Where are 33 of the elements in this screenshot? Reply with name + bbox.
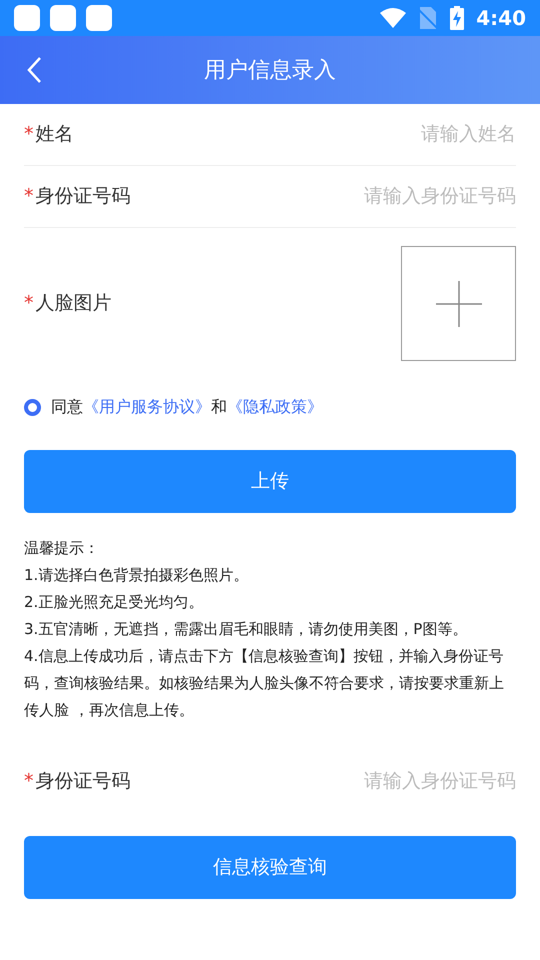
query-button[interactable]: 信息核验查询 bbox=[24, 836, 516, 899]
privacy-policy-link[interactable]: 《隐私政策》 bbox=[227, 397, 323, 416]
notification-icon bbox=[50, 5, 76, 31]
tip-text: 2.正脸光照充足受光均匀。 bbox=[24, 592, 204, 613]
plus-icon bbox=[436, 280, 482, 326]
field-label: 人脸图片 bbox=[36, 291, 112, 316]
agree-radio[interactable] bbox=[24, 398, 41, 416]
field-label: 身份证号码 bbox=[36, 768, 130, 794]
required-mark: * bbox=[24, 122, 34, 148]
no-sim-icon bbox=[418, 7, 438, 29]
add-photo-button[interactable] bbox=[401, 246, 516, 361]
tip-text: 4.信息上传成功后，请点击下方【信息核验查询】按钮，并输入身份证号码，查询核验结果。如核验结果为人脸头像不符合要求，请按要求重新上传人脸 ，再次信息上传。 bbox=[24, 646, 505, 721]
field-label: 姓名 bbox=[36, 122, 74, 148]
field-label: 身份证号码 bbox=[36, 184, 130, 210]
text-input[interactable]: 请输入姓名 bbox=[256, 120, 516, 149]
tips-title: 温馨提示： bbox=[24, 538, 100, 559]
status-time: 4:40 bbox=[476, 5, 526, 32]
page-title: 用户信息录入 bbox=[204, 56, 336, 84]
service-agreement-link[interactable]: 《用户服务协议》 bbox=[83, 397, 211, 416]
back-icon bbox=[26, 56, 42, 84]
required-mark: * bbox=[24, 768, 34, 794]
tip-text: 1.请选择白色背景拍摄彩色照片。 bbox=[24, 565, 250, 586]
upload-button[interactable]: 上传 bbox=[24, 450, 516, 513]
wifi-icon bbox=[380, 8, 406, 28]
agreement-text: 同意《用户服务协议》和《隐私政策》 bbox=[51, 396, 323, 418]
notification-icon bbox=[86, 5, 112, 31]
notification-icon bbox=[14, 5, 40, 31]
text-input[interactable]: 请输入身份证号码 bbox=[256, 766, 516, 796]
required-mark: * bbox=[24, 184, 34, 210]
required-mark: * bbox=[24, 291, 34, 316]
tip-text: 3.五官清晰，无遮挡，需露出眉毛和眼睛，请勿使用美图，P图等。 bbox=[24, 619, 468, 640]
battery-icon bbox=[450, 6, 464, 30]
text-input[interactable]: 请输入身份证号码 bbox=[256, 182, 516, 211]
